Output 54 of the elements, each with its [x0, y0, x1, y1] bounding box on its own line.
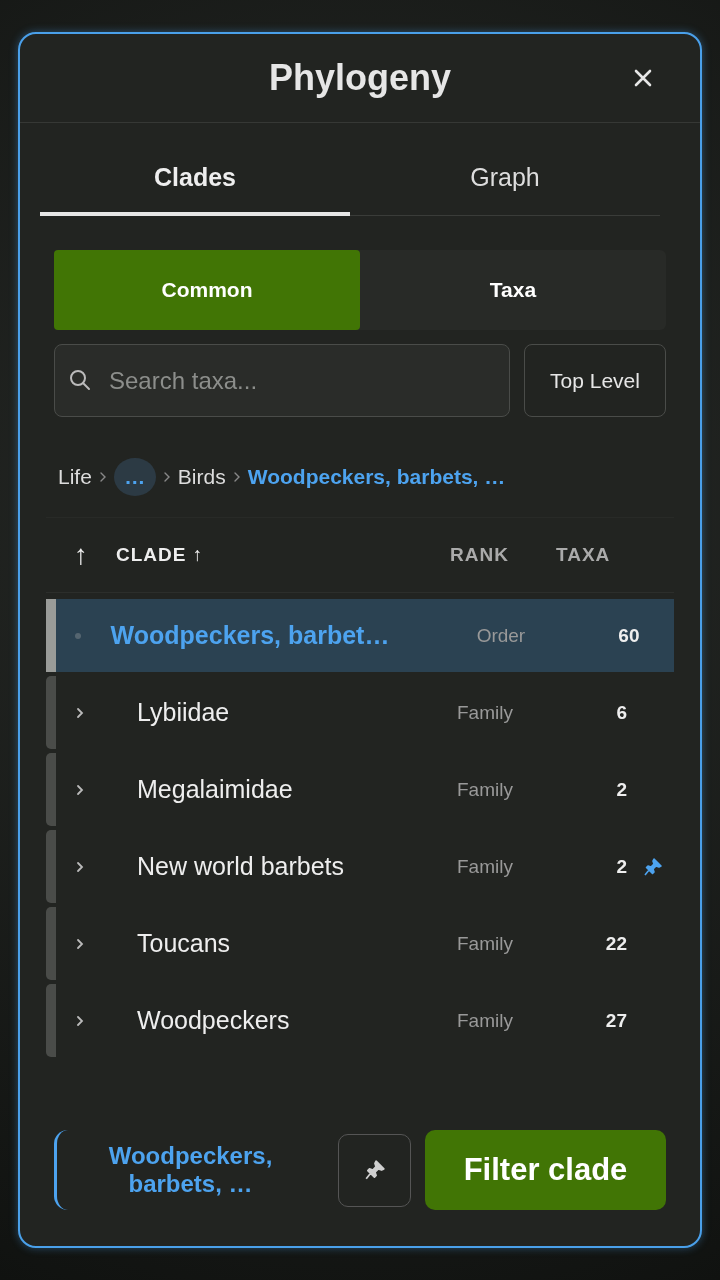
chevron-icon[interactable]: [75, 1014, 84, 1027]
taxa-count: 2: [615, 778, 627, 801]
column-header[interactable]: RANK: [450, 544, 556, 566]
chevron-icon[interactable]: [75, 706, 84, 719]
close-icon[interactable]: [634, 69, 652, 87]
dialog-title: Phylogeny: [268, 57, 451, 99]
clade-name: Woodpeckers: [136, 1006, 291, 1035]
clade-name: Megalaimidae: [136, 775, 294, 804]
clade-row[interactable]: Lybiidae Family 6: [46, 676, 674, 749]
rank-text: Family: [457, 855, 514, 878]
search-field[interactable]: Search taxa...: [54, 344, 510, 417]
chevron-icon[interactable]: [75, 783, 84, 796]
pin-button[interactable]: [338, 1133, 411, 1207]
chevron-separator-icon: [99, 472, 106, 482]
taxa-count: 6: [615, 701, 627, 724]
search-icon: [68, 368, 92, 392]
taxa-count: 27: [604, 1009, 627, 1032]
clade-name: Lybiidae: [136, 698, 231, 727]
clade-row[interactable]: Woodpeckers Family 27: [46, 984, 674, 1057]
segment-button[interactable]: Taxa: [360, 250, 666, 330]
rank-text: Order: [476, 624, 527, 647]
clade-name: Woodpeckers, barbet…: [110, 621, 391, 650]
clade-name: Toucans: [136, 929, 232, 958]
rank-text: Family: [457, 932, 514, 955]
breadcrumb-link[interactable]: Life: [58, 465, 92, 489]
taxa-count: 2: [615, 855, 627, 878]
taxa-count: 22: [604, 932, 627, 955]
up-arrow-button[interactable]: ↑: [46, 539, 116, 571]
dot-icon: [75, 632, 82, 639]
clade-row[interactable]: New world barbets Family 2: [46, 830, 674, 903]
view-tab[interactable]: Clades: [40, 141, 350, 216]
clade-name: New world barbets: [136, 852, 346, 881]
chevron-icon[interactable]: [75, 937, 84, 950]
clade-row[interactable]: Toucans Family 22: [46, 907, 674, 980]
taxa-count: 60: [617, 624, 640, 647]
chevron-icon[interactable]: [75, 860, 84, 873]
filter-clade-button[interactable]: Filter clade: [425, 1130, 666, 1210]
selected-clade-label: Woodpeckers, barbets, …: [54, 1130, 324, 1210]
chevron-separator-icon: [233, 472, 240, 482]
chevron-separator-icon: [163, 472, 170, 482]
clade-row[interactable]: Megalaimidae Family 2: [46, 753, 674, 826]
column-header[interactable]: TAXA: [556, 544, 611, 566]
segment-button[interactable]: Common: [54, 250, 360, 330]
rank-text: Family: [457, 1009, 514, 1032]
view-tab[interactable]: Graph: [350, 141, 660, 216]
clade-row[interactable]: Woodpeckers, barbet… Order 60: [46, 599, 674, 672]
rank-text: Family: [457, 701, 514, 724]
breadcrumb-link[interactable]: Woodpeckers, barbets, …: [247, 465, 506, 489]
breadcrumb-link[interactable]: Birds: [177, 465, 226, 489]
top-level-button[interactable]: Top Level: [524, 344, 666, 417]
breadcrumb-link[interactable]: …: [113, 458, 156, 496]
rank-text: Family: [457, 778, 514, 801]
column-header[interactable]: CLADE ↑: [116, 544, 450, 566]
pin-icon: [363, 1159, 386, 1181]
